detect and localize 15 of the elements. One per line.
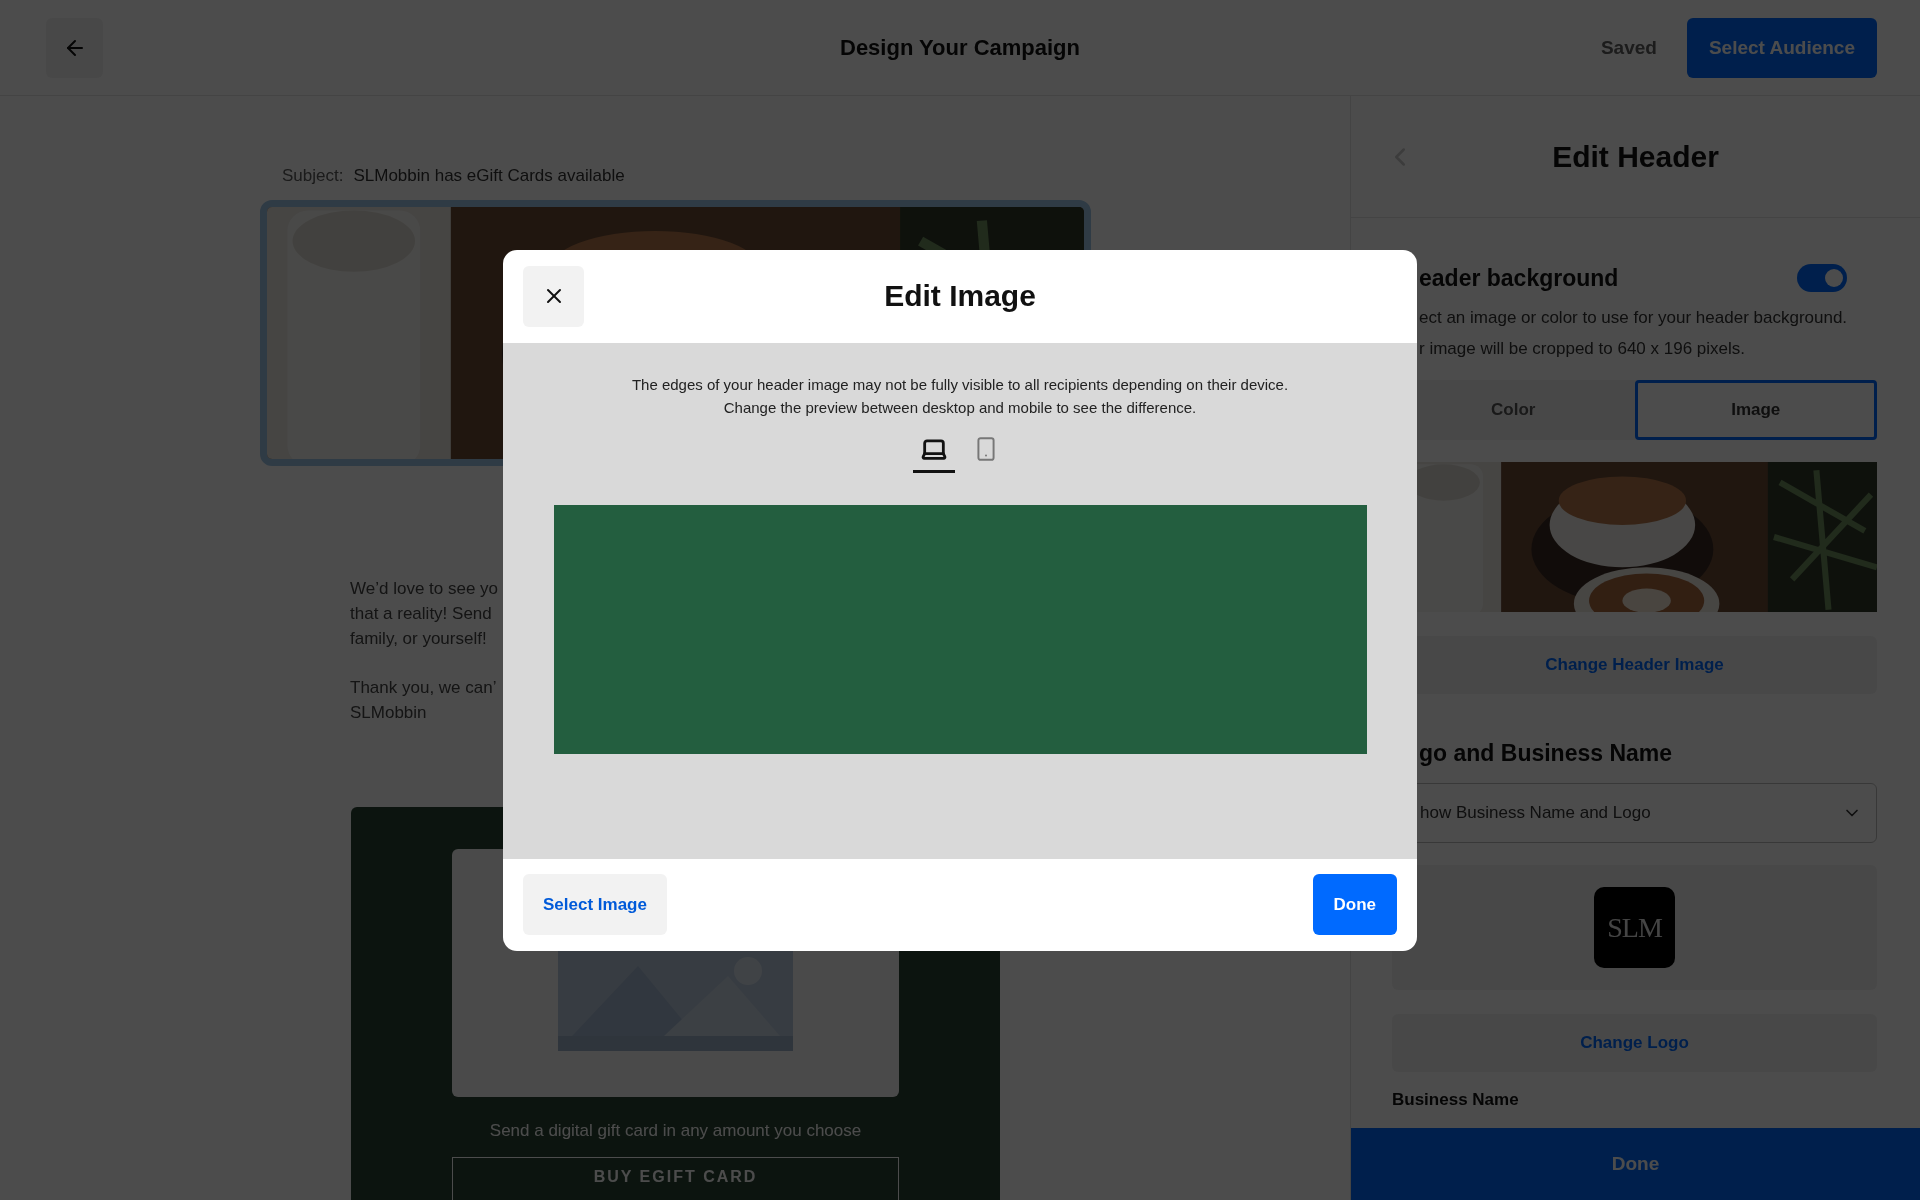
page-title: Design Your Campaign — [840, 34, 1080, 61]
gift-card-caption: Send a digital gift card in any amount you choose — [489, 1121, 862, 1141]
dialog-note: The edges of your header image may not be fully visible to all recipients depending on their device. Change the preview between desktop and mobile to see the difference. — [630, 374, 1290, 418]
panel-title: Edit Header — [1552, 139, 1719, 174]
field-label: Business Name — [1392, 1090, 1520, 1110]
section-title: go and Business Name — [1418, 740, 1674, 767]
dialog-title: Edit Image — [884, 279, 1036, 313]
section-description: ect an image or color to use for your header background. r image will be cropped to 640 x 196 pixels. — [1418, 307, 1849, 360]
select-image-button[interactable]: Select Image — [523, 874, 667, 935]
close-button[interactable] — [523, 265, 584, 327]
email-paragraph: We’d love to see yo that a reality! Send family, or yourself! — [350, 578, 500, 650]
email-paragraph: Thank you, we can’ SLMobbin — [350, 677, 498, 724]
section-title: eader background — [1418, 264, 1619, 292]
done-button[interactable]: Done — [1312, 874, 1397, 935]
subject-text: SLMobbin has eGift Cards available — [353, 166, 625, 186]
